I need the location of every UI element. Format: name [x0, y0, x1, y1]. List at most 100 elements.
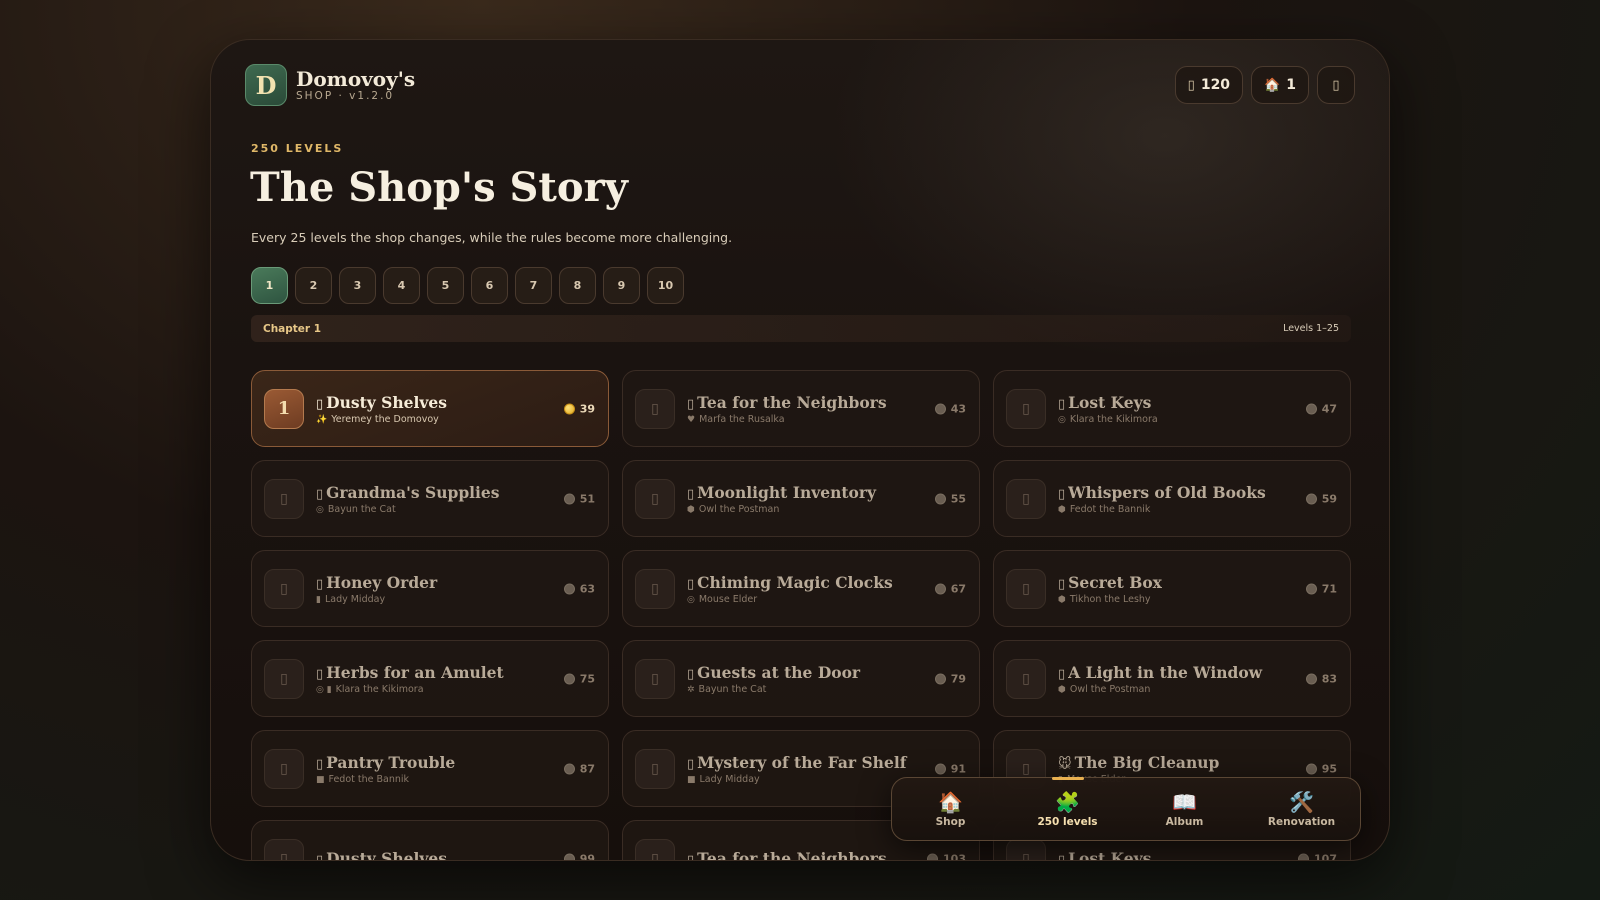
- npc-icon: ◎ ▮: [316, 684, 332, 695]
- nav-renovation[interactable]: 🛠️ Renovation: [1252, 790, 1352, 828]
- npc-icon: ⬢: [1058, 684, 1066, 695]
- level-card[interactable]: ▯ ▯ Whispers of Old Books ⬢ Fedot the Bannik…: [993, 460, 1351, 537]
- settings-icon: ▯: [1332, 77, 1340, 93]
- logo-badge[interactable]: D: [245, 64, 287, 106]
- level-title: Secret Box: [1068, 572, 1162, 592]
- nav-shop[interactable]: 🏠 Shop: [901, 790, 1001, 828]
- lock-icon: ▯: [635, 748, 675, 789]
- level-title-row: ▯ A Light in the Window: [1058, 663, 1262, 682]
- coin-icon: [563, 763, 575, 774]
- nav-label: 250 levels: [1037, 816, 1098, 828]
- level-title: Lost Keys: [1068, 849, 1152, 861]
- level-title-row: ▯ Herbs for an Amulet: [316, 663, 504, 682]
- tools-icon: 🛠️: [1289, 790, 1314, 814]
- level-npc-row: ⬢ Fedot the Bannik: [1058, 504, 1266, 515]
- level-card[interactable]: ▯ ▯ Herbs for an Amulet ◎ ▮ Klara the Kikimo…: [251, 640, 609, 717]
- level-npc: Tikhon the Leshy: [1069, 593, 1151, 605]
- nav-levels[interactable]: 🧩 250 levels: [1018, 777, 1118, 828]
- top-bar: D Domovoy's SHOP · v1.2.0 ▯ 120 🏠 1 ▯: [245, 64, 1355, 106]
- chapter-header: Chapter 1 Levels 1–25: [251, 315, 1351, 342]
- level-npc: Owl the Postman: [1069, 683, 1151, 695]
- settings-button[interactable]: ▯: [1317, 66, 1355, 104]
- chapter-tab-1[interactable]: 1: [251, 267, 288, 304]
- level-reward: 87: [563, 762, 595, 775]
- level-icon: ▯: [1058, 396, 1066, 412]
- app-frame: D Domovoy's SHOP · v1.2.0 ▯ 120 🏠 1 ▯ 25…: [210, 39, 1390, 861]
- mouse-icon: 🐭: [1058, 756, 1072, 772]
- book-icon: 📖: [1172, 790, 1197, 814]
- reward-value: 99: [579, 852, 595, 861]
- level-text: ▯ Lost Keys: [1058, 849, 1152, 861]
- chapter-tab-6[interactable]: 6: [471, 267, 508, 304]
- level-card[interactable]: ▯ ▯ Moonlight Inventory ⬢ Owl the Postman 55: [622, 460, 980, 537]
- level-card[interactable]: ▯ ▯ Chiming Magic Clocks ◎ Mouse Elder 67: [622, 550, 980, 627]
- lock-icon: ▯: [264, 748, 304, 789]
- level-text: ▯ Tea for the Neighbors ♥ Marfa the Rusalka: [687, 393, 887, 425]
- lock-icon: ▯: [635, 478, 675, 519]
- level-card[interactable]: ▯ ▯ A Light in the Window ⬢ Owl the Postman 8…: [993, 640, 1351, 717]
- level-card[interactable]: ▯ ▯ Secret Box ⬢ Tikhon the Leshy 71: [993, 550, 1351, 627]
- level-card[interactable]: ▯ ▯ Honey Order ▮ Lady Midday 63: [251, 550, 609, 627]
- chapter-tab-4[interactable]: 4: [383, 267, 420, 304]
- level-text: ▯ Moonlight Inventory ⬢ Owl the Postman: [687, 483, 876, 515]
- houses-counter[interactable]: 🏠 1: [1251, 66, 1309, 104]
- level-number: 1: [264, 388, 304, 429]
- level-npc: Lady Midday: [699, 773, 760, 785]
- level-npc: Yeremey the Domovoy: [331, 413, 439, 425]
- chapter-tab-7[interactable]: 7: [515, 267, 552, 304]
- level-card[interactable]: ▯ ▯ Dusty Shelves 99: [251, 820, 609, 861]
- level-title: Mystery of the Far Shelf: [697, 752, 907, 772]
- level-npc: Klara the Kikimora: [1069, 413, 1158, 425]
- level-npc-row: ◎ Bayun the Cat: [316, 504, 500, 515]
- level-text: ▯ A Light in the Window ⬢ Owl the Postman: [1058, 663, 1262, 695]
- level-title-row: ▯ Guests at the Door: [687, 663, 860, 682]
- level-reward: 83: [1305, 672, 1337, 685]
- level-text: ▯ Tea for the Neighbors: [687, 849, 887, 860]
- level-title: Honey Order: [326, 572, 438, 592]
- coin-icon: [563, 493, 575, 504]
- chapter-tab-8[interactable]: 8: [559, 267, 596, 304]
- npc-icon: ■: [316, 774, 325, 785]
- level-npc-row: ◎ ▮ Klara the Kikimora: [316, 684, 504, 695]
- level-title: Lost Keys: [1068, 392, 1152, 412]
- reward-value: 39: [579, 402, 595, 415]
- level-title-row: ▯ Moonlight Inventory: [687, 483, 876, 502]
- coin-icon: [1305, 763, 1317, 774]
- brand: Domovoy's SHOP · v1.2.0: [296, 68, 415, 103]
- chapter-tab-3[interactable]: 3: [339, 267, 376, 304]
- chapter-tab-9[interactable]: 9: [603, 267, 640, 304]
- lock-icon: ▯: [635, 658, 675, 699]
- level-card[interactable]: ▯ ▯ Guests at the Door ✲ Bayun the Cat 79: [622, 640, 980, 717]
- reward-value: 59: [1321, 492, 1337, 505]
- level-npc-row: ✨ Yeremey the Domovoy: [316, 414, 447, 425]
- level-npc: Fedot the Bannik: [1069, 503, 1151, 515]
- npc-icon: ✨: [316, 414, 328, 425]
- chapter-tab-5[interactable]: 5: [427, 267, 464, 304]
- level-npc-row: ♥ Marfa the Rusalka: [687, 414, 887, 425]
- level-npc: Fedot the Bannik: [328, 773, 410, 785]
- level-card[interactable]: ▯ ▯ Pantry Trouble ■ Fedot the Bannik 87: [251, 730, 609, 807]
- shop-icon: 🏠: [938, 790, 963, 814]
- level-card[interactable]: ▯ ▯ Lost Keys ◎ Klara the Kikimora 47: [993, 370, 1351, 447]
- coin-icon: [934, 493, 946, 504]
- level-icon: ▯: [687, 396, 695, 412]
- level-title: The Big Cleanup: [1074, 752, 1220, 772]
- chapter-tab-2[interactable]: 2: [295, 267, 332, 304]
- chapter-tab-10[interactable]: 10: [647, 267, 684, 304]
- level-text: ▯ Lost Keys ◎ Klara the Kikimora: [1058, 393, 1158, 425]
- reward-value: 83: [1321, 672, 1337, 685]
- level-title-row: ▯ Lost Keys: [1058, 393, 1158, 412]
- lock-icon: ▯: [1006, 838, 1046, 860]
- level-card[interactable]: 1 ▯ Dusty Shelves ✨ Yeremey the Domovoy 39: [251, 370, 609, 447]
- coins-counter[interactable]: ▯ 120: [1174, 66, 1244, 104]
- level-card[interactable]: ▯ ▯ Tea for the Neighbors ♥ Marfa the Rusalk…: [622, 370, 980, 447]
- level-reward: 43: [934, 402, 966, 415]
- nav-album[interactable]: 📖 Album: [1135, 790, 1235, 828]
- level-reward: 71: [1305, 582, 1337, 595]
- reward-value: 95: [1321, 762, 1337, 775]
- level-title: Dusty Shelves: [326, 849, 447, 861]
- level-text: ▯ Honey Order ▮ Lady Midday: [316, 573, 437, 605]
- level-card[interactable]: ▯ ▯ Grandma's Supplies ◎ Bayun the Cat 51: [251, 460, 609, 537]
- reward-value: 75: [579, 672, 595, 685]
- reward-value: 55: [950, 492, 966, 505]
